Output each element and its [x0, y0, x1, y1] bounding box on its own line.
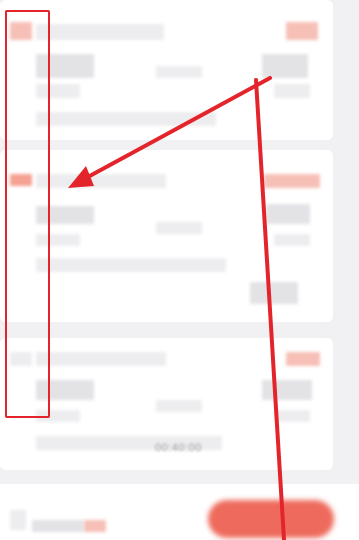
- arrow-icon: [68, 76, 272, 188]
- annotation-line: [254, 78, 286, 540]
- order-list-screen: 00:40:00: [0, 0, 359, 540]
- annotation-arrows: [68, 76, 286, 540]
